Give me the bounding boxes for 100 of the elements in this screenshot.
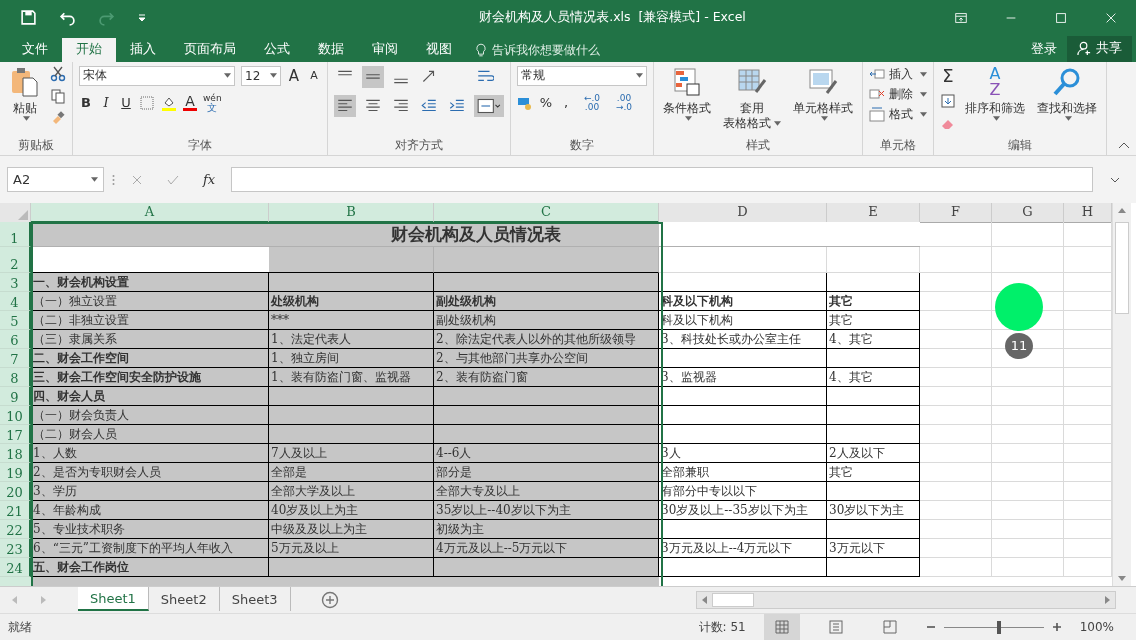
row-header[interactable]: 8 (0, 368, 31, 388)
scroll-left-icon[interactable] (702, 596, 707, 605)
row-header[interactable]: 21 (0, 501, 31, 521)
row-header[interactable]: 3 (0, 273, 31, 293)
column-header[interactable]: G (992, 203, 1064, 224)
sheet-tab[interactable]: Sheet2 (148, 587, 220, 612)
customize-icon[interactable] (137, 12, 147, 23)
table-cell: 4、年龄构成 (31, 501, 269, 521)
row-header[interactable]: 2 (0, 247, 31, 274)
row-header[interactable]: 6 (0, 330, 31, 350)
row-header[interactable]: 22 (0, 520, 31, 540)
font-name-field[interactable]: 宋体 (79, 65, 235, 86)
row-header[interactable]: 17 (0, 425, 31, 445)
empty-cell (992, 222, 1064, 248)
zoom-in-icon[interactable] (1051, 622, 1062, 632)
paste-button[interactable]: 粘贴 (6, 65, 44, 121)
underline-button[interactable]: U (119, 92, 133, 113)
sign-in-link[interactable]: 登录 (1021, 37, 1067, 62)
column-header[interactable]: F (920, 203, 992, 224)
sheet-tab[interactable]: Sheet3 (219, 587, 291, 612)
ribbon-tab[interactable]: 数据 (304, 37, 358, 62)
sort-filter-button[interactable]: A Z 排序和筛选 (962, 65, 1028, 121)
comma-button[interactable]: , (559, 92, 573, 113)
row-header[interactable]: 4 (0, 292, 31, 312)
scroll-up-icon[interactable] (1118, 208, 1126, 214)
find-select-button[interactable]: 查找和选择 (1034, 65, 1100, 121)
row-header[interactable]: 24 (0, 558, 31, 578)
conditional-format-button[interactable]: 条件格式 (660, 65, 714, 121)
tell-me-field[interactable]: 告诉我你想要做什么 (490, 41, 644, 58)
row-header[interactable]: 10 (0, 406, 31, 426)
insert-function-button[interactable]: fx (203, 172, 216, 188)
percent-button[interactable]: % (539, 92, 553, 113)
normal-view-icon[interactable] (763, 614, 800, 640)
name-box[interactable]: A2 (7, 167, 104, 193)
title-cell: 财会机构及人员情况表 (31, 222, 920, 248)
scroll-down-icon[interactable] (1118, 576, 1126, 582)
shrink-font-button[interactable]: A (307, 65, 321, 86)
phonetic-button[interactable]: wén 文 (203, 92, 222, 113)
table-cell: 2、与其他部门共享办公空间 (434, 349, 659, 369)
row-header[interactable]: 23 (0, 539, 31, 559)
ribbon-tab[interactable]: 公式 (250, 37, 304, 62)
collapse-ribbon-icon[interactable] (1118, 140, 1130, 149)
empty-cell (992, 501, 1064, 521)
font-color-button[interactable]: A (183, 94, 197, 112)
column-header[interactable]: A (31, 203, 269, 224)
cancel-icon[interactable] (131, 173, 143, 186)
row-header[interactable]: 5 (0, 311, 31, 331)
table-cell: 四、财会人员 (31, 387, 269, 407)
empty-cell (992, 520, 1064, 540)
ribbon-tab[interactable]: 插入 (116, 37, 170, 62)
ribbon-tab[interactable]: 视图 (412, 37, 466, 62)
horizontal-scrollbar[interactable] (696, 591, 1116, 610)
insert-cells-button[interactable]: 插入 (869, 65, 927, 83)
caret-icon (1065, 115, 1072, 121)
copy-icon[interactable] (50, 87, 66, 104)
maximize-icon[interactable] (1054, 10, 1068, 25)
ribbon-tab[interactable]: 审阅 (358, 37, 412, 62)
row-header[interactable]: 18 (0, 444, 31, 464)
number-format-field[interactable]: 常规 (517, 65, 647, 86)
scroll-thumb[interactable] (712, 593, 754, 608)
ribbon-tab[interactable]: 开始 (62, 37, 116, 62)
bold-button[interactable]: B (79, 92, 93, 113)
row-header[interactable]: 1 (0, 222, 31, 248)
row-header[interactable]: 7 (0, 349, 31, 369)
scissors-icon[interactable] (50, 65, 66, 82)
column-header[interactable]: C (434, 203, 659, 224)
italic-button[interactable]: I (99, 92, 113, 113)
align-left-icon[interactable] (334, 94, 356, 117)
zoom-level[interactable]: 100% (1079, 620, 1114, 634)
scroll-right-icon[interactable] (1105, 596, 1110, 605)
decrease-decimal-button[interactable]: .00 →.0 (611, 92, 637, 113)
font-size-field[interactable]: 12 (241, 65, 281, 86)
caret-icon (774, 120, 781, 126)
ribbon-display-icon[interactable] (954, 10, 968, 25)
ribbon-tab[interactable]: 文件 (8, 37, 62, 62)
add-sheet-icon[interactable] (320, 591, 339, 610)
row-header[interactable]: 9 (0, 387, 31, 407)
format-as-table-button[interactable]: 套用 表格格式 (720, 65, 784, 131)
delete-cells-button[interactable]: 删除 (869, 85, 927, 103)
formula-field[interactable] (231, 167, 1093, 193)
ribbon-tab[interactable]: 页面布局 (170, 37, 250, 62)
sheet-tab[interactable]: Sheet1 (78, 587, 149, 612)
format-cells-button[interactable]: 格式 (869, 105, 927, 123)
row-header[interactable]: 19 (0, 463, 31, 483)
caret-icon (920, 91, 927, 97)
grow-font-button[interactable]: A (287, 65, 301, 86)
row-header[interactable]: 20 (0, 482, 31, 502)
increase-decimal-button[interactable]: ←.0 .00 (579, 92, 605, 113)
grip-icon[interactable] (112, 173, 115, 186)
column-header[interactable]: B (269, 203, 434, 224)
merge-cells-icon[interactable] (474, 94, 504, 117)
fill-down-icon[interactable] (940, 92, 956, 109)
save-icon[interactable] (20, 9, 37, 27)
autosum-button[interactable]: Σ (940, 65, 956, 86)
share-button[interactable]: 共享 (1067, 35, 1132, 62)
cell-styles-button[interactable]: 单元格样式 (790, 65, 856, 121)
vertical-scrollbar[interactable] (1112, 203, 1131, 587)
scroll-thumb[interactable] (1115, 222, 1129, 315)
align-middle-icon[interactable] (362, 65, 384, 88)
table-cell: 全部大学及以上 (269, 482, 434, 502)
